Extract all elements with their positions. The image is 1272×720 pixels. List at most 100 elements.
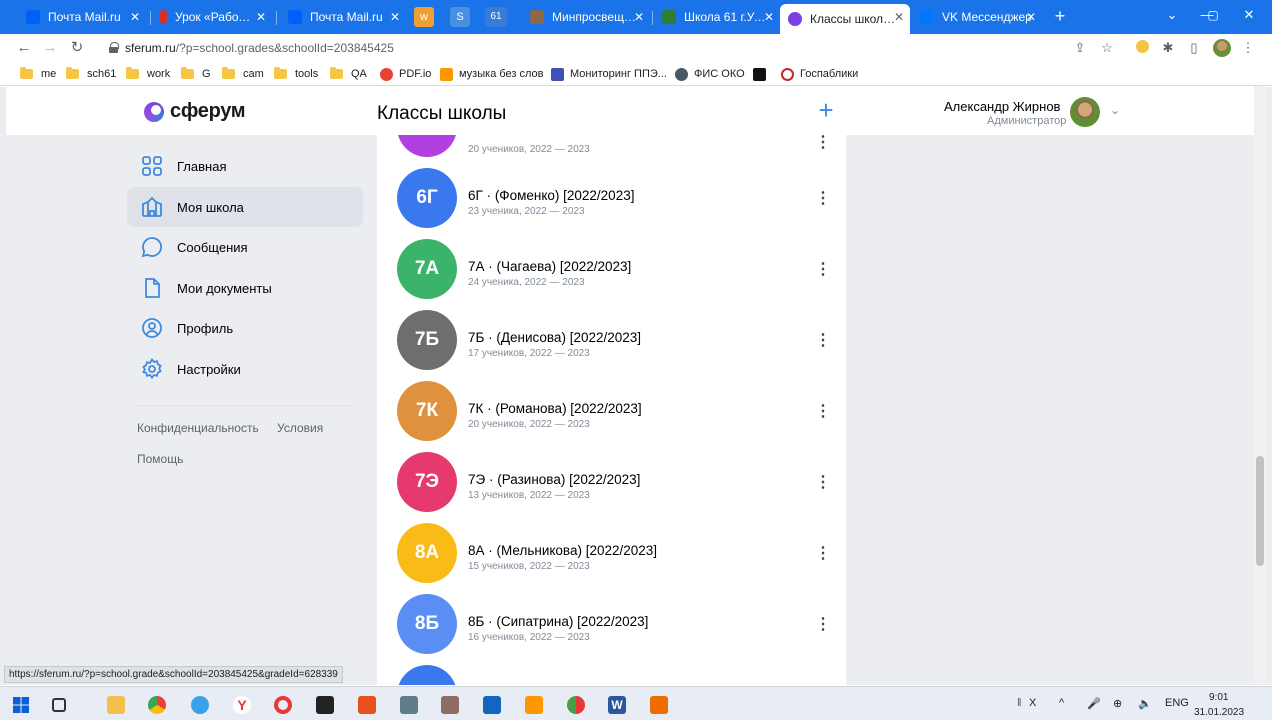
keyboard-language[interactable]: ENG (1165, 697, 1189, 709)
sidebar-item-profile[interactable]: Профиль (127, 308, 363, 348)
tab-pinned-61[interactable]: 61 (484, 4, 508, 30)
tab-vk-messenger[interactable]: VK Мессенджер ✕ (912, 4, 1042, 30)
bookmark-folder-work[interactable]: work (126, 66, 170, 82)
bookmark-k[interactable] (753, 66, 772, 82)
tab-pinned-s[interactable]: S (448, 4, 472, 30)
tab-close-icon[interactable]: ✕ (130, 10, 140, 24)
forward-button[interactable]: → (40, 38, 60, 58)
user-avatar[interactable] (1070, 97, 1100, 127)
back-button[interactable]: ← (14, 38, 34, 58)
extension-circle-icon[interactable] (1134, 40, 1150, 56)
tab-sferum-active[interactable]: Классы школы — Сф ✕ (780, 4, 910, 34)
tray-x[interactable]: X (1029, 697, 1036, 709)
network-globe-icon[interactable]: ⊕ (1113, 697, 1122, 710)
tab-search-icon[interactable]: ⌄ (1155, 0, 1189, 34)
bookmark-monitoring[interactable]: Мониторинг ППЭ... (551, 66, 667, 82)
sidebar-item-my-school[interactable]: Моя школа (127, 187, 363, 227)
class-row[interactable]: 8А 8А · (Мельникова) [2022/2023] 15 учен… (377, 518, 846, 589)
bookmark-fis-oko[interactable]: ФИС ОКО (675, 66, 745, 82)
sidebar-item-documents[interactable]: Мои документы (127, 268, 363, 308)
bookmark-folder-sch61[interactable]: sch61 (66, 66, 116, 82)
side-panel-icon[interactable]: ▯ (1186, 40, 1202, 56)
word-icon[interactable]: W (608, 696, 626, 714)
class-row[interactable] (377, 660, 846, 685)
tab-close-icon[interactable]: ✕ (1026, 10, 1036, 24)
scrollbar-thumb[interactable] (1256, 456, 1264, 566)
windows-start-icon[interactable] (12, 696, 30, 714)
page-scrollbar[interactable] (1254, 86, 1266, 684)
tab-minpros[interactable]: Минпросвещения ✕ (522, 4, 650, 30)
extensions-puzzle-icon[interactable]: ✱ (1160, 40, 1176, 56)
tab-pinned-w[interactable]: w (412, 4, 436, 30)
bookmark-folder-tools[interactable]: tools (274, 66, 318, 82)
tab-close-icon[interactable]: ✕ (390, 10, 400, 24)
bookmark-folder-cam[interactable]: cam (222, 66, 264, 82)
terminal-icon[interactable] (316, 696, 334, 714)
lock-icon[interactable] (109, 42, 119, 53)
tab-close-icon[interactable]: ✕ (256, 10, 266, 24)
chevron-down-icon[interactable]: ⌄ (1110, 103, 1120, 117)
yandex-browser-icon[interactable]: Y (233, 696, 251, 714)
tab-mail-1[interactable]: Почта Mail.ru ✕ (18, 4, 146, 30)
task-view-icon[interactable] (52, 698, 66, 712)
bookmark-music[interactable]: музыка без слов (440, 66, 544, 82)
new-tab-button[interactable]: + (1050, 6, 1070, 26)
file-explorer-icon[interactable] (107, 696, 125, 714)
more-options-icon[interactable]: ⋮ (815, 616, 831, 634)
calculator-icon[interactable] (400, 696, 418, 714)
bookmark-folder-me[interactable]: me (20, 66, 56, 82)
sidebar-item-settings[interactable]: Настройки (127, 349, 363, 389)
sublime-icon[interactable] (358, 696, 376, 714)
help-link[interactable]: Помощь (137, 452, 183, 466)
more-options-icon[interactable]: ⋮ (815, 403, 831, 421)
volume-icon[interactable]: 🔈 (1138, 697, 1152, 710)
more-options-icon[interactable]: ⋮ (815, 135, 831, 152)
colorful-app-icon[interactable] (567, 696, 585, 714)
sferum-logo[interactable]: сферум (144, 100, 246, 123)
tab-close-icon[interactable]: ✕ (894, 10, 904, 24)
app-icon[interactable] (441, 696, 459, 714)
bookmark-pdfio[interactable]: PDF.io (380, 66, 431, 82)
close-window-button[interactable]: ✕ (1232, 0, 1266, 34)
share-icon[interactable]: ⇪ (1072, 40, 1088, 56)
terms-link[interactable]: Условия (277, 421, 323, 435)
privacy-link[interactable]: Конфиденциальность (137, 421, 259, 435)
bookmark-folder-g[interactable]: G (181, 66, 211, 82)
tab-school61[interactable]: Школа 61 г.Ульяновс ✕ (654, 4, 780, 30)
class-row[interactable]: 7Э 7Э · (Разинова) [2022/2023] 13 ученик… (377, 447, 846, 518)
class-row[interactable]: 7Б 7Б · (Денисова) [2022/2023] 17 ученик… (377, 305, 846, 376)
menu-dots-icon[interactable]: ⋮ (1240, 40, 1256, 56)
bookmark-gospabliki[interactable]: Госпаблики (781, 66, 858, 82)
address-bar[interactable]: sferum.ru/?p=school.grades&schoolId=2038… (125, 41, 394, 55)
more-options-icon[interactable]: ⋮ (815, 545, 831, 563)
microphone-icon[interactable]: 🎤 (1087, 697, 1101, 710)
edge-icon[interactable] (191, 696, 209, 714)
tab-lesson[interactable]: Урок «Работа с сф ✕ (152, 4, 272, 30)
sidebar-item-home[interactable]: Главная (127, 146, 363, 186)
maximize-button[interactable]: ▢ (1203, 0, 1223, 34)
user-name[interactable]: Александр Жирнов (944, 99, 1060, 114)
more-options-icon[interactable]: ⋮ (815, 474, 831, 492)
more-options-icon[interactable]: ⋮ (815, 190, 831, 208)
bookmark-star-icon[interactable]: ☆ (1099, 40, 1115, 56)
tab-close-icon[interactable]: ✕ (764, 10, 774, 24)
chrome-icon[interactable] (148, 696, 166, 714)
class-row[interactable]: 6В 20 учеников, 2022 — 2023 ⋮ (377, 135, 846, 163)
slides-icon[interactable] (650, 696, 668, 714)
add-class-button[interactable]: + (814, 97, 838, 123)
sidebar-item-messages[interactable]: Сообщения (127, 227, 363, 267)
g-app-icon[interactable] (525, 696, 543, 714)
screen-app-icon[interactable] (483, 696, 501, 714)
tray-chevron-up-icon[interactable]: ^ (1059, 697, 1064, 709)
bookmark-folder-qa[interactable]: QA (330, 66, 367, 82)
clock-time[interactable]: 9:01 (1209, 692, 1228, 703)
class-row[interactable]: 8Б 8Б · (Сипатрина) [2022/2023] 16 учени… (377, 589, 846, 660)
tab-mail-2[interactable]: Почта Mail.ru ✕ (280, 4, 406, 30)
class-row[interactable]: 6Г 6Г · (Фоменко) [2022/2023] 23 ученика… (377, 163, 846, 234)
reload-button[interactable]: ↻ (67, 38, 87, 58)
more-options-icon[interactable]: ⋮ (815, 332, 831, 350)
class-row[interactable]: 7К 7К · (Романова) [2022/2023] 20 ученик… (377, 376, 846, 447)
clock-date[interactable]: 31.01.2023 (1194, 707, 1244, 718)
tab-close-icon[interactable]: ✕ (634, 10, 644, 24)
opera-icon[interactable] (274, 696, 292, 714)
